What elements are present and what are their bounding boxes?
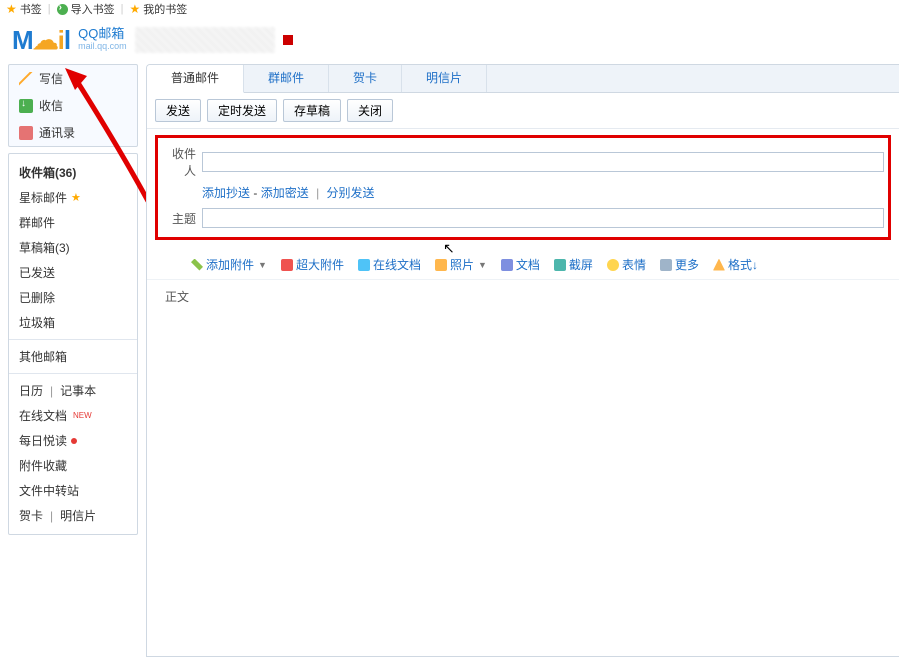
compose-form: 收件人 添加抄送 - 添加密送 | 分别发送 主题 bbox=[147, 129, 899, 248]
tab-group-mail[interactable]: 群邮件 bbox=[244, 65, 329, 92]
save-draft-button[interactable]: 存草稿 bbox=[283, 99, 341, 122]
mail-header: M☁il QQ邮箱mail.qq.com bbox=[0, 18, 899, 58]
online-doc[interactable]: 在线文档 bbox=[358, 256, 421, 273]
chevron-down-icon: ▼ bbox=[478, 260, 487, 270]
format-toggle[interactable]: 格式↓ bbox=[713, 256, 758, 273]
new-tag: NEW bbox=[73, 411, 92, 420]
separate-send-link[interactable]: 分别发送 bbox=[327, 186, 375, 200]
daily-read[interactable]: 每日悦读 bbox=[19, 428, 127, 453]
add-bcc-link[interactable]: 添加密送 bbox=[261, 186, 309, 200]
logo-icon: M☁il bbox=[12, 25, 70, 56]
timed-send-button[interactable]: 定时发送 bbox=[207, 99, 277, 122]
star-icon: ★ bbox=[71, 191, 81, 204]
screenshot[interactable]: 截屏 bbox=[554, 256, 593, 273]
star-icon: ★ bbox=[6, 2, 17, 16]
receive-button[interactable]: 收信 bbox=[9, 92, 137, 119]
import-icon bbox=[57, 4, 68, 15]
sent-folder[interactable]: 已发送 bbox=[19, 260, 127, 285]
recipient-label: 收件人 bbox=[162, 145, 196, 179]
subject-label: 主题 bbox=[162, 210, 196, 227]
browser-bookmark-bar: ★书签 | 导入书签 | ★我的书签 bbox=[0, 0, 899, 18]
more-icon bbox=[660, 259, 672, 271]
attachment-toolbar: 添加附件▼ 超大附件 在线文档 照片▼ 文档 截屏 表情 更多 格式↓ bbox=[147, 248, 899, 280]
send-button[interactable]: 发送 bbox=[155, 99, 201, 122]
bookmark-import[interactable]: 导入书签 bbox=[57, 1, 115, 17]
body-editor[interactable] bbox=[195, 288, 891, 648]
calendar-notes[interactable]: 日历|记事本 bbox=[19, 378, 127, 403]
compose-icon bbox=[19, 72, 33, 86]
compose-tabs: 普通邮件 群邮件 贺卡 明信片 bbox=[147, 65, 899, 93]
compose-body-row: 正文 bbox=[147, 280, 899, 656]
insert-photo[interactable]: 照片▼ bbox=[435, 256, 487, 273]
contacts-button[interactable]: 通讯录 bbox=[9, 119, 137, 146]
greet-postcard[interactable]: 贺卡|明信片 bbox=[19, 503, 127, 528]
close-button[interactable]: 关闭 bbox=[347, 99, 393, 122]
compose-actions: 发送 定时发送 存草稿 关闭 bbox=[147, 93, 899, 129]
star-icon: ★ bbox=[129, 2, 140, 16]
more-options[interactable]: 更多 bbox=[660, 256, 699, 273]
body-label: 正文 bbox=[155, 288, 189, 648]
group-folder[interactable]: 群邮件 bbox=[19, 210, 127, 235]
separator: | bbox=[48, 3, 51, 15]
separator: - bbox=[253, 186, 257, 200]
add-cc-link[interactable]: 添加抄送 bbox=[202, 186, 250, 200]
brand-text: QQ邮箱mail.qq.com bbox=[78, 28, 127, 52]
screenshot-icon bbox=[554, 259, 566, 271]
subject-input[interactable] bbox=[202, 208, 884, 228]
spam-folder[interactable]: 垃圾箱 bbox=[19, 310, 127, 335]
emoji-icon bbox=[607, 259, 619, 271]
other-mailbox[interactable]: 其他邮箱 bbox=[19, 344, 127, 369]
insert-doc[interactable]: 文档 bbox=[501, 256, 540, 273]
star-folder[interactable]: 星标邮件 ★ bbox=[19, 185, 127, 210]
compose-panel: 普通邮件 群邮件 贺卡 明信片 发送 定时发送 存草稿 关闭 收件人 添加抄送 … bbox=[146, 64, 899, 657]
red-dot-icon bbox=[71, 438, 77, 444]
annotation-highlight-box: 收件人 添加抄送 - 添加密送 | 分别发送 主题 bbox=[155, 135, 891, 240]
chevron-down-icon: ▼ bbox=[258, 260, 267, 270]
trash-folder[interactable]: 已删除 bbox=[19, 285, 127, 310]
sidebar-nav: 写信 收信 通讯录 bbox=[8, 64, 138, 147]
bookmark-item[interactable]: ★书签 bbox=[6, 1, 42, 17]
paperclip-icon bbox=[191, 259, 203, 271]
insert-emoji[interactable]: 表情 bbox=[607, 256, 646, 273]
doc-icon bbox=[501, 259, 513, 271]
cc-bcc-links: 添加抄送 - 添加密送 | 分别发送 bbox=[202, 182, 884, 205]
divider bbox=[9, 373, 137, 374]
tab-greeting-card[interactable]: 贺卡 bbox=[329, 65, 402, 92]
separator: | bbox=[316, 186, 319, 200]
add-attachment[interactable]: 添加附件▼ bbox=[191, 256, 267, 273]
tab-normal-mail[interactable]: 普通邮件 bbox=[147, 65, 244, 93]
tab-postcard[interactable]: 明信片 bbox=[402, 65, 487, 92]
user-info-blurred bbox=[135, 27, 275, 53]
sidebar: 写信 收信 通讯录 收件箱(36) 星标邮件 ★ 群邮件 草稿箱(3) 已发送 … bbox=[8, 64, 138, 657]
online-doc[interactable]: 在线文档NEW bbox=[19, 403, 127, 428]
compose-button[interactable]: 写信 bbox=[9, 65, 137, 92]
draft-folder[interactable]: 草稿箱(3) bbox=[19, 235, 127, 260]
recipient-input[interactable] bbox=[202, 152, 884, 172]
separator: | bbox=[121, 3, 124, 15]
inbox-icon bbox=[19, 99, 33, 113]
format-icon bbox=[713, 259, 725, 271]
user-badge bbox=[283, 35, 293, 45]
sidebar-folders: 收件箱(36) 星标邮件 ★ 群邮件 草稿箱(3) 已发送 已删除 垃圾箱 其他… bbox=[8, 153, 138, 535]
bookmark-mine[interactable]: ★我的书签 bbox=[129, 1, 187, 17]
big-attachment[interactable]: 超大附件 bbox=[281, 256, 344, 273]
file-transfer[interactable]: 文件中转站 bbox=[19, 478, 127, 503]
big-file-icon bbox=[281, 259, 293, 271]
divider bbox=[9, 339, 137, 340]
photo-icon bbox=[435, 259, 447, 271]
attach-fav[interactable]: 附件收藏 bbox=[19, 453, 127, 478]
inbox-folder[interactable]: 收件箱(36) bbox=[19, 160, 127, 185]
cloud-icon bbox=[358, 259, 370, 271]
contacts-icon bbox=[19, 126, 33, 140]
